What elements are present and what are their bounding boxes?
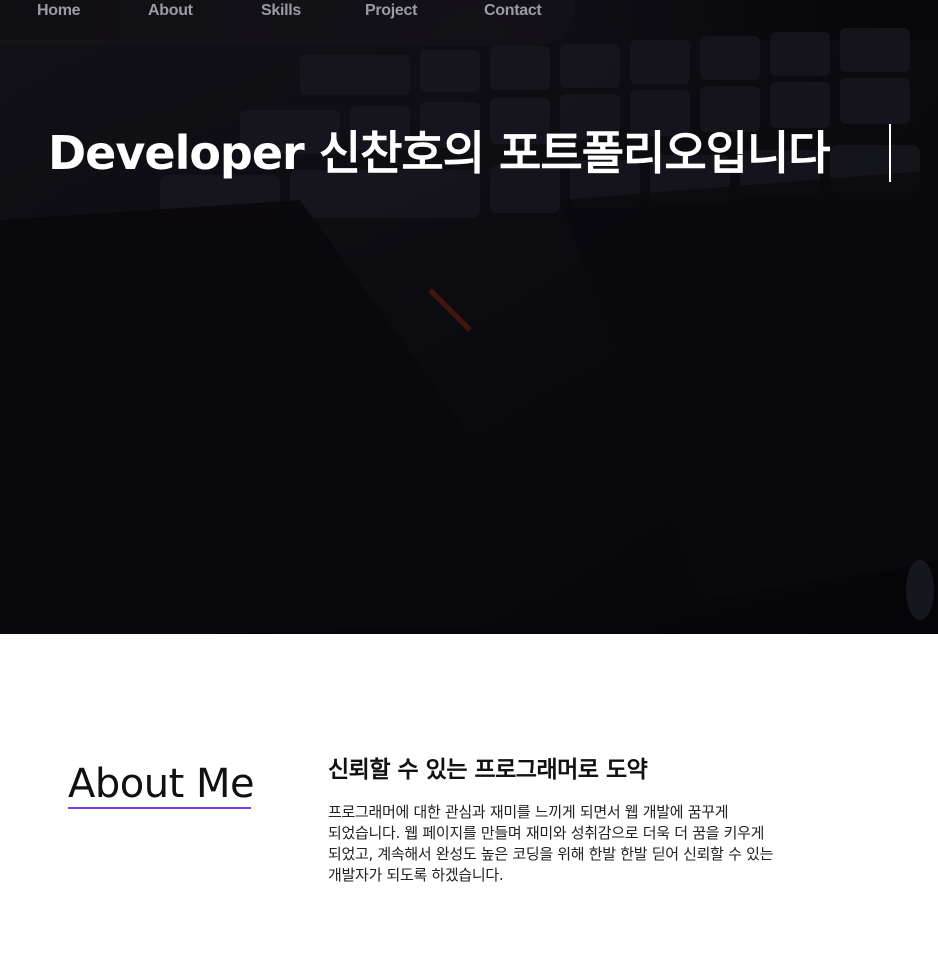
keyboard-background-image <box>0 0 938 634</box>
hero-title: Developer 신찬호의 포트폴리오입니다 <box>48 126 831 180</box>
nav-item-project[interactable]: Project <box>365 0 417 22</box>
typing-caret <box>889 124 891 182</box>
nav-item-contact[interactable]: Contact <box>484 0 542 22</box>
about-subtitle: 신뢰할 수 있는 프로그래머로 도약 <box>328 757 648 783</box>
main-nav: Home About Skills Project Contact <box>0 0 575 46</box>
nav-item-home[interactable]: Home <box>37 0 81 22</box>
about-body-text: 프로그래머에 대한 관심과 재미를 느끼게 되면서 웹 개발에 꿈꾸게 되었습니… <box>328 803 774 884</box>
hero-section: Home About Skills Project Contact Develo… <box>0 0 938 634</box>
about-section: About Me 신뢰할 수 있는 프로그래머로 도약 프로그래머에 대한 관심… <box>0 634 938 965</box>
nav-item-skills[interactable]: Skills <box>261 0 301 22</box>
nav-item-about[interactable]: About <box>148 0 193 22</box>
about-heading-underline <box>68 807 251 809</box>
about-heading: About Me <box>68 761 255 807</box>
